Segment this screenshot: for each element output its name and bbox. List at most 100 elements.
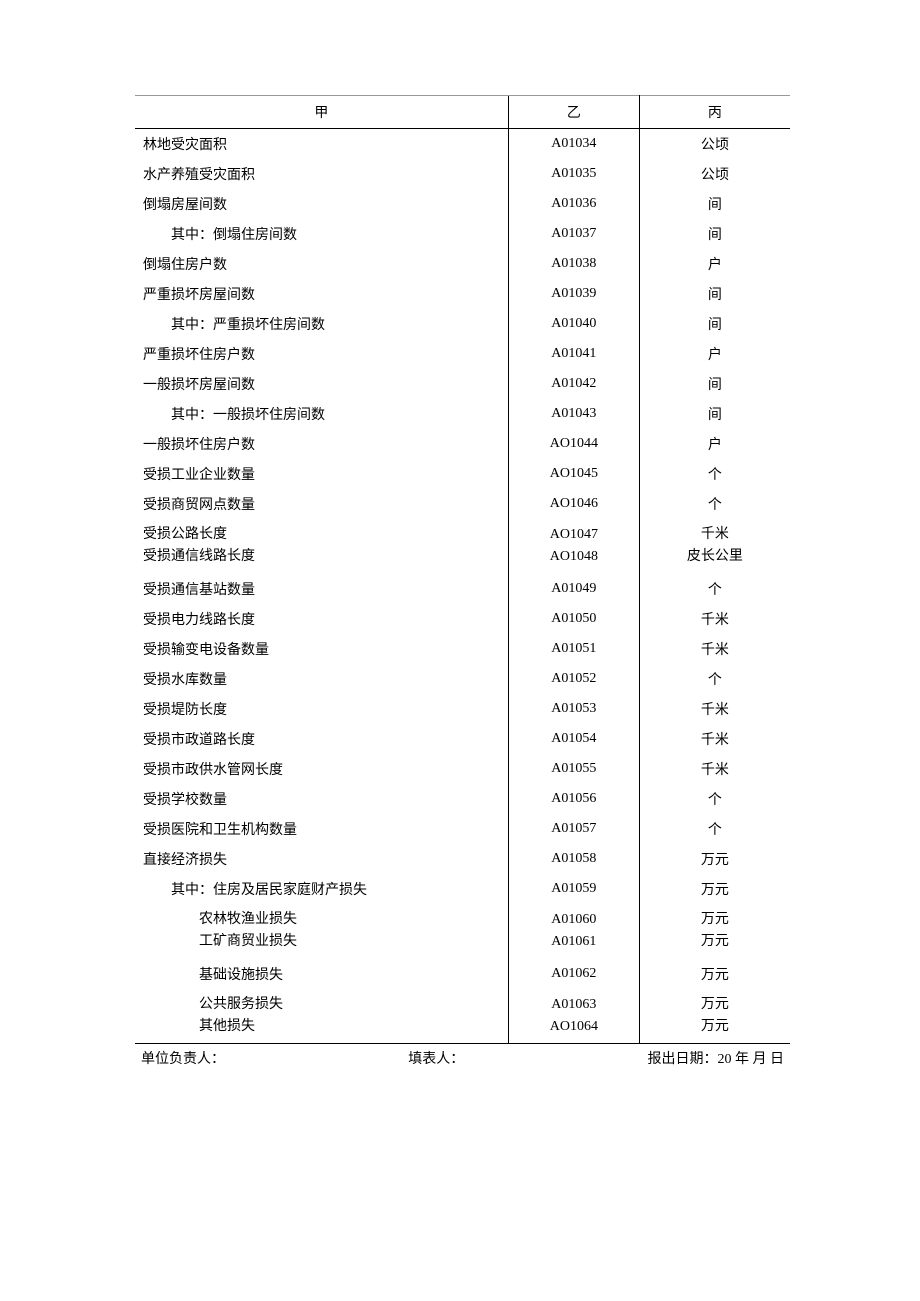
footer-row: 单位负责人： 填表人： 报出日期：20 年 月 日: [135, 1044, 790, 1068]
row-code: A01038: [508, 249, 639, 279]
row-label: 受损公路长度受损通信线路长度: [135, 519, 508, 574]
row-unit: 个: [639, 784, 790, 814]
row-code: A01058: [508, 844, 639, 874]
row-unit: 千米: [639, 724, 790, 754]
footer-date: 报出日期：20 年 月 日: [648, 1048, 785, 1068]
table-row: 受损工业企业数量AO1045个: [135, 459, 790, 489]
row-label: 受损输变电设备数量: [135, 634, 508, 664]
row-label: 受损堤防长度: [135, 694, 508, 724]
row-unit: 万元: [639, 959, 790, 989]
table-row: 受损水库数量A01052个: [135, 664, 790, 694]
row-label: 受损水库数量: [135, 664, 508, 694]
table-row: 公共服务损失其他损失A01063AO1064万元万元: [135, 989, 790, 1044]
row-code: A01053: [508, 694, 639, 724]
data-table: 甲乙丙林地受灾面积A01034公顷水产养殖受灾面积A01035公顷倒塌房屋间数A…: [135, 95, 790, 1044]
row-code: A01050: [508, 604, 639, 634]
header-cell-bing: 丙: [639, 96, 790, 129]
table-row: 受损市政供水管网长度A01055千米: [135, 754, 790, 784]
table-row: 受损堤防长度A01053千米: [135, 694, 790, 724]
row-unit: 万元: [639, 844, 790, 874]
row-label: 其中：一般损坏住房间数: [135, 399, 508, 429]
row-unit: 公顷: [639, 129, 790, 160]
row-code: A01059: [508, 874, 639, 904]
footer-responsible: 单位负责人：: [141, 1048, 225, 1068]
table-row: 其中：一般损坏住房间数A01043间: [135, 399, 790, 429]
row-unit: 万元万元: [639, 904, 790, 959]
table-row: 受损商贸网点数量AO1046个: [135, 489, 790, 519]
row-unit: 千米皮长公里: [639, 519, 790, 574]
table-row: 受损学校数量A01056个: [135, 784, 790, 814]
row-label: 其中：住房及居民家庭财产损失: [135, 874, 508, 904]
table-header-row: 甲乙丙: [135, 96, 790, 129]
row-label: 其中：严重损坏住房间数: [135, 309, 508, 339]
row-unit: 千米: [639, 694, 790, 724]
row-code: A01036: [508, 189, 639, 219]
row-code: A01060A01061: [508, 904, 639, 959]
row-code: AO1047AO1048: [508, 519, 639, 574]
table-row: 受损输变电设备数量A01051千米: [135, 634, 790, 664]
row-label: 受损学校数量: [135, 784, 508, 814]
row-unit: 个: [639, 489, 790, 519]
row-label: 一般损坏房屋间数: [135, 369, 508, 399]
row-code: A01034: [508, 129, 639, 160]
table-row: 严重损坏住房户数A01041户: [135, 339, 790, 369]
table-row: 倒塌住房户数A01038户: [135, 249, 790, 279]
table-row: 其中：住房及居民家庭财产损失A01059万元: [135, 874, 790, 904]
row-label: 一般损坏住房户数: [135, 429, 508, 459]
row-unit: 个: [639, 459, 790, 489]
row-label: 受损市政道路长度: [135, 724, 508, 754]
table-row: 林地受灾面积A01034公顷: [135, 129, 790, 160]
row-unit: 间: [639, 309, 790, 339]
table-body: 甲乙丙林地受灾面积A01034公顷水产养殖受灾面积A01035公顷倒塌房屋间数A…: [135, 96, 790, 1044]
row-label: 水产养殖受灾面积: [135, 159, 508, 189]
row-unit: 万元: [639, 874, 790, 904]
footer-filler: 填表人：: [408, 1048, 464, 1068]
row-unit: 间: [639, 399, 790, 429]
row-label: 严重损坏房屋间数: [135, 279, 508, 309]
row-label: 受损通信基站数量: [135, 574, 508, 604]
row-unit: 间: [639, 219, 790, 249]
row-unit: 个: [639, 574, 790, 604]
row-unit: 万元万元: [639, 989, 790, 1044]
table-row: 农林牧渔业损失工矿商贸业损失A01060A01061万元万元: [135, 904, 790, 959]
table-row: 其中：严重损坏住房间数A01040间: [135, 309, 790, 339]
row-code: A01043: [508, 399, 639, 429]
row-code: A01042: [508, 369, 639, 399]
row-unit: 间: [639, 369, 790, 399]
row-unit: 千米: [639, 754, 790, 784]
table-row: 一般损坏房屋间数A01042间: [135, 369, 790, 399]
row-code: A01037: [508, 219, 639, 249]
row-label: 倒塌住房户数: [135, 249, 508, 279]
row-label: 受损市政供水管网长度: [135, 754, 508, 784]
row-label: 倒塌房屋间数: [135, 189, 508, 219]
row-unit: 户: [639, 429, 790, 459]
table-row: 受损电力线路长度A01050千米: [135, 604, 790, 634]
row-code: A01041: [508, 339, 639, 369]
row-code: AO1045: [508, 459, 639, 489]
row-unit: 间: [639, 189, 790, 219]
row-unit: 户: [639, 339, 790, 369]
row-code: A01052: [508, 664, 639, 694]
row-label: 其中：倒塌住房间数: [135, 219, 508, 249]
row-code: AO1046: [508, 489, 639, 519]
row-code: A01035: [508, 159, 639, 189]
table-row: 水产养殖受灾面积A01035公顷: [135, 159, 790, 189]
row-code: A01054: [508, 724, 639, 754]
row-code: A01055: [508, 754, 639, 784]
table-row: 直接经济损失A01058万元: [135, 844, 790, 874]
row-code: A01062: [508, 959, 639, 989]
row-code: A01039: [508, 279, 639, 309]
table-row: 其中：倒塌住房间数A01037间: [135, 219, 790, 249]
row-label: 受损电力线路长度: [135, 604, 508, 634]
row-unit: 户: [639, 249, 790, 279]
row-label: 严重损坏住房户数: [135, 339, 508, 369]
row-unit: 间: [639, 279, 790, 309]
row-unit: 千米: [639, 604, 790, 634]
header-cell-jia: 甲: [135, 96, 508, 129]
row-code: A01056: [508, 784, 639, 814]
row-label: 农林牧渔业损失工矿商贸业损失: [135, 904, 508, 959]
row-label: 受损工业企业数量: [135, 459, 508, 489]
row-label: 基础设施损失: [135, 959, 508, 989]
row-code: A01051: [508, 634, 639, 664]
row-label: 公共服务损失其他损失: [135, 989, 508, 1044]
